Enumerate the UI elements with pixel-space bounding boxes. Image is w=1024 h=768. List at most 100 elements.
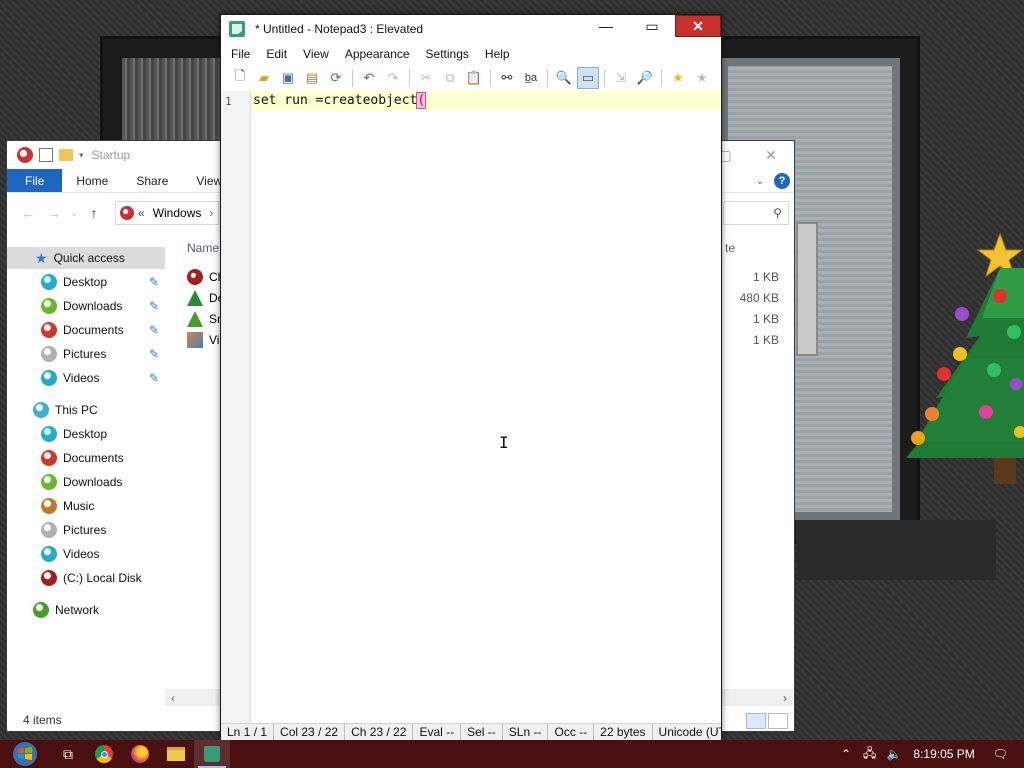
recent-dropdown-icon[interactable]: ⌄ [67,208,81,219]
forward-arrow-icon[interactable]: → [41,205,67,221]
breadcrumb-chevron-icon[interactable]: › [209,206,213,220]
save-icon[interactable]: ▣ [277,67,299,89]
column-header-size[interactable]: te [725,241,735,255]
volume-icon[interactable]: 🔈 [886,747,901,761]
wallpaper-corner [796,520,996,580]
scroll-left-icon[interactable]: ‹ [171,691,175,705]
nav-quick-desktop[interactable]: Desktop [41,271,107,293]
pin-icon[interactable]: ✎ [149,275,159,289]
explorer-close-button[interactable]: ✕ [748,141,794,169]
word-wrap-icon[interactable]: ▭ [577,67,599,89]
menu-appearance[interactable]: Appearance [337,47,418,61]
nav-pc-videos[interactable]: Videos [41,543,99,565]
status-occurrences[interactable]: Occ -- [548,724,595,740]
column-header-name[interactable]: Name [187,241,219,255]
ribbon-expand-icon[interactable]: ⌄ [756,176,764,187]
properties-icon[interactable] [39,148,53,162]
help-icon[interactable]: ? [774,173,790,189]
maximize-button[interactable]: ▭ [629,15,675,37]
find-icon[interactable]: ⚯ [496,67,518,89]
start-button[interactable] [0,740,50,768]
breadcrumb-windows[interactable]: Windows [153,206,202,220]
nav-pc-pictures[interactable]: Pictures [41,519,106,541]
clock[interactable]: 8:19:05 PM [913,747,974,761]
chrome-icon[interactable] [86,740,122,768]
explorer-app-icon[interactable] [17,147,33,163]
status-eval[interactable]: Eval -- [413,724,462,740]
pin-icon[interactable]: ✎ [149,371,159,385]
address-box[interactable]: « Windows › [115,201,219,225]
notepad3-taskbar-icon[interactable] [194,740,230,768]
save-as-icon[interactable]: ▤ [301,67,323,89]
status-line[interactable]: Ln 1 / 1 [221,724,275,740]
ribbon-tab-file[interactable]: File [7,169,63,192]
nav-quick-videos[interactable]: Videos [41,367,99,389]
status-column[interactable]: Col 23 / 22 [274,724,346,740]
status-encoding[interactable]: Unicode (UTF-8) [653,724,721,740]
revert-icon[interactable]: ⟳ [325,67,347,89]
code-line[interactable]: set run =createobject( [253,92,427,109]
breadcrumb-overflow-icon[interactable]: « [138,206,145,220]
nav-pc-desktop[interactable]: Desktop [41,423,107,445]
view-icon[interactable]: ⇲ [610,67,632,89]
up-arrow-icon[interactable]: ↑ [81,205,107,221]
menu-view[interactable]: View [295,47,337,61]
nav-quick-access[interactable]: ★ Quick access [7,247,165,269]
ribbon-tab-share[interactable]: Share [122,169,182,192]
copy-icon[interactable]: ⧉ [439,67,461,89]
paste-icon[interactable]: 📋 [463,67,485,89]
nav-pc-downloads[interactable]: Downloads [41,471,122,493]
show-hidden-icons-icon[interactable]: ⌃ [841,747,851,761]
pin-icon[interactable]: ✎ [149,323,159,337]
menu-settings[interactable]: Settings [418,47,477,61]
open-folder-icon[interactable]: ▰ [253,67,275,89]
status-selection[interactable]: Sel -- [461,724,503,740]
close-button[interactable]: ✕ [675,15,721,37]
status-char[interactable]: Ch 23 / 22 [345,724,414,740]
menu-help[interactable]: Help [477,47,518,61]
menu-edit[interactable]: Edit [258,47,295,61]
zoom-icon[interactable]: 🔍 [553,67,575,89]
notepad3-app-icon[interactable] [229,21,245,37]
new-file-icon[interactable]: 🗋 [229,67,251,89]
nav-pc-documents[interactable]: Documents [41,447,124,469]
redo-icon[interactable]: ↷ [382,67,404,89]
notepad-titlebar[interactable]: * Untitled - Notepad3 : Elevated — ▭ ✕ [221,15,721,43]
ribbon-tab-home[interactable]: Home [62,169,122,192]
image-file-icon [187,332,203,348]
replace-icon[interactable]: b̲a [520,67,542,89]
notepad3-window[interactable]: * Untitled - Notepad3 : Elevated — ▭ ✕ F… [220,14,722,740]
task-view-icon[interactable]: ⧉ [50,740,86,768]
menu-file[interactable]: File [223,47,258,61]
back-arrow-icon[interactable]: ← [15,205,41,221]
large-icons-view-icon[interactable] [768,713,788,729]
search-box[interactable]: ⚲ [723,201,789,225]
nav-this-pc[interactable]: This PC [33,399,98,421]
pin-icon[interactable]: ✎ [149,299,159,313]
details-view-icon[interactable] [746,713,766,729]
nav-network[interactable]: Network [33,599,99,621]
christmas-tree-icon[interactable] [896,228,1024,490]
nav-quick-downloads[interactable]: Downloads [41,295,122,317]
action-center-icon[interactable]: 🗨 [993,747,1008,761]
undo-icon[interactable]: ↶ [358,67,380,89]
add-favorite-icon[interactable]: ★ [691,67,713,89]
qat-dropdown-icon[interactable]: ▾ [79,150,84,161]
find-next-icon[interactable]: 🔎 [634,67,656,89]
new-folder-icon[interactable] [59,149,73,161]
scroll-right-icon[interactable]: › [783,691,787,705]
cut-icon[interactable]: ✂ [415,67,437,89]
nav-quick-pictures[interactable]: Pictures [41,343,106,365]
firefox-icon[interactable] [122,740,158,768]
network-tray-icon[interactable]: 🖧 [863,744,876,765]
status-sel-lines[interactable]: SLn -- [503,724,549,740]
minimize-button[interactable]: — [583,15,629,37]
editor-area[interactable]: 1 set run =createobject( I [221,91,721,723]
status-bytes[interactable]: 22 bytes [594,724,653,740]
favorites-icon[interactable]: ★ [667,67,689,89]
pin-icon[interactable]: ✎ [149,347,159,361]
nav-pc-music[interactable]: Music [41,495,94,517]
file-explorer-icon[interactable] [158,740,194,768]
nav-pc-local-disk[interactable]: (C:) Local Disk [41,567,142,589]
nav-quick-documents[interactable]: Documents [41,319,124,341]
